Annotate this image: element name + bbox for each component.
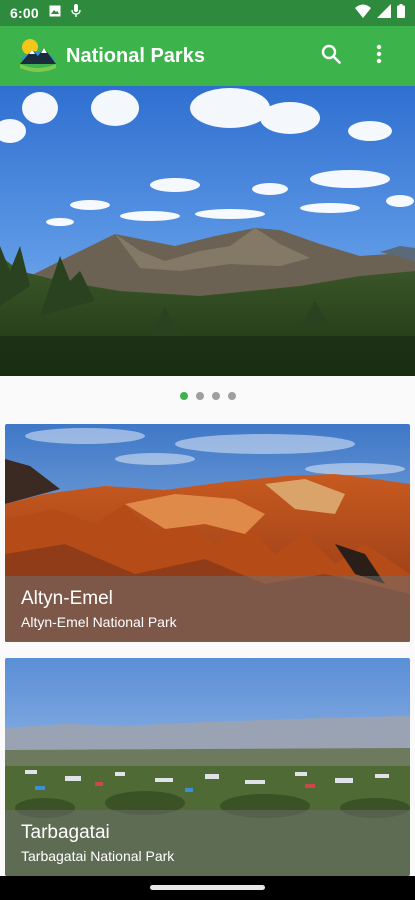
page-dot[interactable] (227, 392, 236, 400)
hero-carousel-image[interactable] (0, 86, 415, 376)
app-title: National Parks (66, 44, 205, 67)
park-card-tarbagatai[interactable]: Tarbagatai Tarbagatai National Park (5, 658, 410, 876)
page-dot[interactable] (195, 392, 204, 400)
park-card-altyn-emel[interactable]: Altyn-Emel Altyn-Emel National Park (5, 424, 410, 642)
carousel-page-indicator (0, 392, 415, 404)
home-gesture-handle[interactable] (150, 885, 265, 890)
status-time: 6:00 (10, 5, 39, 21)
park-title: Tarbagatai (21, 822, 110, 843)
search-button[interactable] (307, 32, 355, 80)
wifi-icon (355, 4, 371, 23)
park-title: Altyn-Emel (21, 588, 113, 609)
park-subtitle: Altyn-Emel National Park (21, 614, 177, 630)
overflow-menu-icon (376, 44, 382, 69)
main-content: Altyn-Emel Altyn-Emel National Park Tarb… (0, 86, 415, 876)
park-logo-icon (18, 36, 58, 76)
park-card-overlay: Tarbagatai Tarbagatai National Park (5, 810, 410, 876)
page-dot[interactable] (211, 392, 220, 400)
park-card-overlay: Altyn-Emel Altyn-Emel National Park (5, 576, 410, 642)
status-bar: 6:00 (0, 0, 415, 26)
system-navigation-bar (0, 876, 415, 900)
search-icon (321, 44, 341, 69)
battery-icon (397, 3, 405, 23)
park-subtitle: Tarbagatai National Park (21, 848, 175, 864)
overflow-menu-button[interactable] (355, 32, 403, 80)
signal-icon (377, 3, 391, 23)
page-dot-active[interactable] (179, 392, 188, 400)
mic-icon (71, 3, 81, 23)
app-bar: National Parks (0, 26, 415, 86)
photo-icon (49, 4, 61, 22)
